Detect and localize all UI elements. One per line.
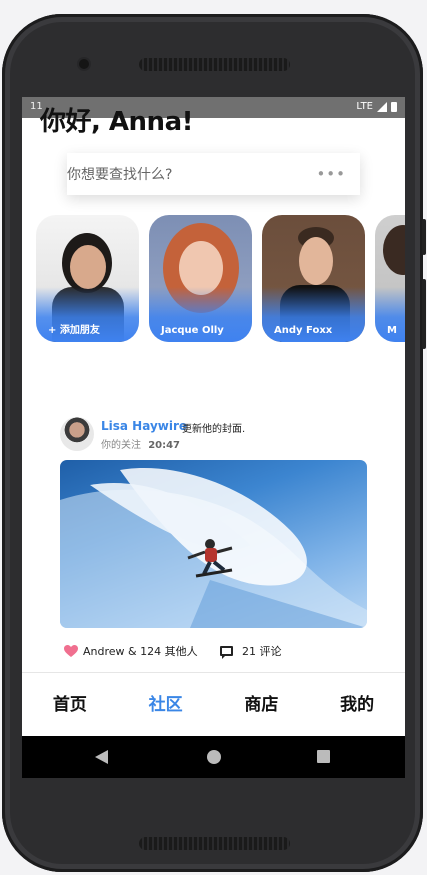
battery-icon [391, 101, 397, 112]
back-icon[interactable] [95, 750, 108, 764]
story-label: M [387, 325, 397, 336]
tab-home[interactable]: 首页 [22, 673, 118, 737]
story-card-add-friend[interactable]: + 添加朋友 [36, 215, 139, 342]
heart-icon [64, 644, 78, 657]
post-action: 更新他的封面. [182, 424, 246, 435]
post-relation: 你的关注 [101, 440, 141, 451]
story-card-andy-foxx[interactable]: Andy Foxx [262, 215, 365, 342]
tab-profile[interactable]: 我的 [309, 673, 405, 737]
story-card-jacque-olly[interactable]: Jacque Olly [149, 215, 252, 342]
home-icon[interactable] [207, 750, 221, 764]
comments-text: 21 评论 [242, 645, 282, 658]
bottom-speaker [139, 837, 290, 850]
post-image[interactable] [60, 460, 367, 628]
likes-text: Andrew & 124 其他人 [83, 645, 198, 658]
bottom-tab-bar: 首页 社区 商店 我的 [22, 672, 405, 737]
comments-row[interactable]: 21 评论 [220, 643, 282, 659]
top-speaker [139, 58, 290, 71]
power-button [422, 279, 426, 349]
story-label: Jacque Olly [161, 325, 224, 336]
search-bar[interactable]: 你想要查找什么? ••• [67, 153, 360, 195]
post-author[interactable]: Lisa Haywire [101, 419, 187, 433]
more-dots-icon[interactable]: ••• [316, 165, 346, 183]
story-label: Andy Foxx [274, 325, 333, 336]
snowboarder-image [60, 468, 367, 628]
app-screen: 11 LTE 你好, Anna! 你想要查找什么? ••• + 添加朋友 Jac… [22, 97, 405, 778]
volume-button [422, 219, 426, 255]
tab-community[interactable]: 社区 [118, 673, 214, 737]
story-label: + 添加朋友 [48, 325, 100, 336]
comment-icon [220, 646, 233, 659]
signal-icon [377, 101, 387, 112]
post-header: Lisa Haywire 更新他的封面. 你的关注 20:47 [60, 417, 380, 451]
tab-store[interactable]: 商店 [214, 673, 310, 737]
system-nav-bar [22, 736, 405, 778]
post-time: 20:47 [148, 440, 181, 451]
recents-icon[interactable] [317, 750, 330, 763]
stories-row: + 添加朋友 Jacque Olly Andy Foxx M [36, 215, 405, 342]
avatar[interactable] [60, 417, 94, 451]
greeting-title: 你好, Anna! [40, 107, 193, 137]
network-label: LTE [356, 101, 373, 112]
story-card-partial[interactable]: M [375, 215, 405, 342]
search-placeholder[interactable]: 你想要查找什么? [67, 164, 172, 184]
likes-row[interactable]: Andrew & 124 其他人 [64, 643, 198, 659]
post-meta: 你的关注 20:47 [101, 436, 180, 451]
front-camera [79, 59, 89, 69]
